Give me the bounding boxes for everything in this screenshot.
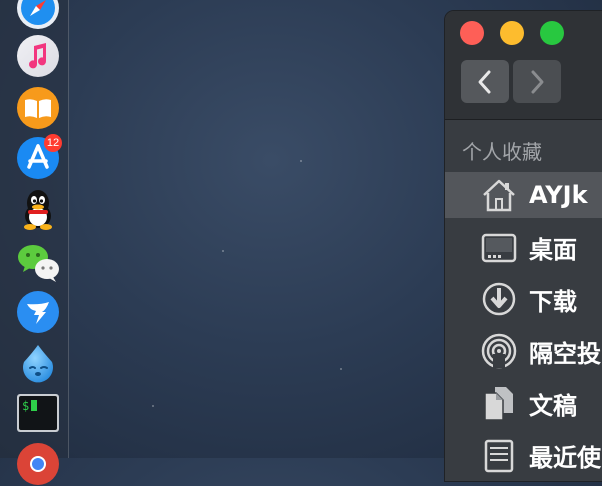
sidebar-item-home[interactable]: AYJk xyxy=(445,172,602,218)
terminal-prompt: $ xyxy=(22,399,29,413)
desktop-icon xyxy=(479,227,519,267)
chrome-icon xyxy=(17,443,59,485)
dock-item-wechat[interactable] xyxy=(16,240,60,284)
downloads-icon xyxy=(479,279,519,319)
chevron-right-icon xyxy=(531,70,544,93)
recents-icon xyxy=(479,435,519,475)
books-icon xyxy=(17,87,59,129)
sidebar-item-label: 下载 xyxy=(529,287,577,316)
wallpaper-speck xyxy=(340,368,342,370)
wallpaper-speck xyxy=(152,405,154,407)
sidebar-item-desktop[interactable]: 桌面 xyxy=(445,224,602,270)
sidebar-item-recents[interactable]: 最近使 xyxy=(445,432,602,478)
notification-badge: 12 xyxy=(44,134,62,152)
wallpaper-speck xyxy=(300,160,302,162)
dock-item-terminal[interactable]: $ xyxy=(16,392,60,436)
dock-item-app-store[interactable]: 12 xyxy=(16,134,62,180)
minimize-button[interactable] xyxy=(500,21,524,45)
back-button[interactable] xyxy=(461,60,509,103)
sidebar-item-label: 最近使 xyxy=(529,443,601,472)
safari-icon xyxy=(17,0,59,29)
dock-item-books[interactable] xyxy=(16,86,60,130)
close-button[interactable] xyxy=(460,21,484,45)
sidebar-section-favorites: 个人收藏 xyxy=(462,142,542,164)
dock-item-drop[interactable] xyxy=(16,342,60,386)
water-drop-icon xyxy=(23,345,53,383)
chevron-left-icon xyxy=(478,70,491,93)
wechat-icon xyxy=(18,245,59,282)
dock-item-chrome[interactable] xyxy=(16,442,60,486)
sidebar-item-documents[interactable]: 文稿 xyxy=(445,380,602,426)
forward-button[interactable] xyxy=(513,60,561,103)
dock-item-dingtalk[interactable] xyxy=(16,290,60,334)
dingtalk-icon xyxy=(17,291,59,333)
dock-item-safari[interactable] xyxy=(16,0,60,30)
terminal-icon: $ xyxy=(17,394,59,432)
qq-icon xyxy=(24,190,52,230)
title-bar xyxy=(445,11,602,120)
music-icon xyxy=(17,35,59,77)
dock-item-music[interactable] xyxy=(16,34,60,78)
finder-window: 个人收藏 AYJk 桌面 下载 隔空投 文稿 最近使 xyxy=(444,10,602,482)
documents-icon xyxy=(479,383,519,423)
sidebar-item-label: AYJk xyxy=(529,181,588,209)
zoom-button[interactable] xyxy=(540,21,564,45)
sidebar-item-downloads[interactable]: 下载 xyxy=(445,276,602,322)
home-icon xyxy=(479,175,519,215)
dock-item-qq[interactable] xyxy=(16,186,60,230)
sidebar-item-label: 文稿 xyxy=(529,391,577,420)
airdrop-icon xyxy=(479,331,519,371)
dock: 12 $ xyxy=(0,0,69,485)
sidebar-item-label: 隔空投 xyxy=(529,339,601,368)
sidebar-item-airdrop[interactable]: 隔空投 xyxy=(445,328,602,374)
wallpaper-speck xyxy=(222,250,224,252)
sidebar-item-label: 桌面 xyxy=(529,235,577,264)
